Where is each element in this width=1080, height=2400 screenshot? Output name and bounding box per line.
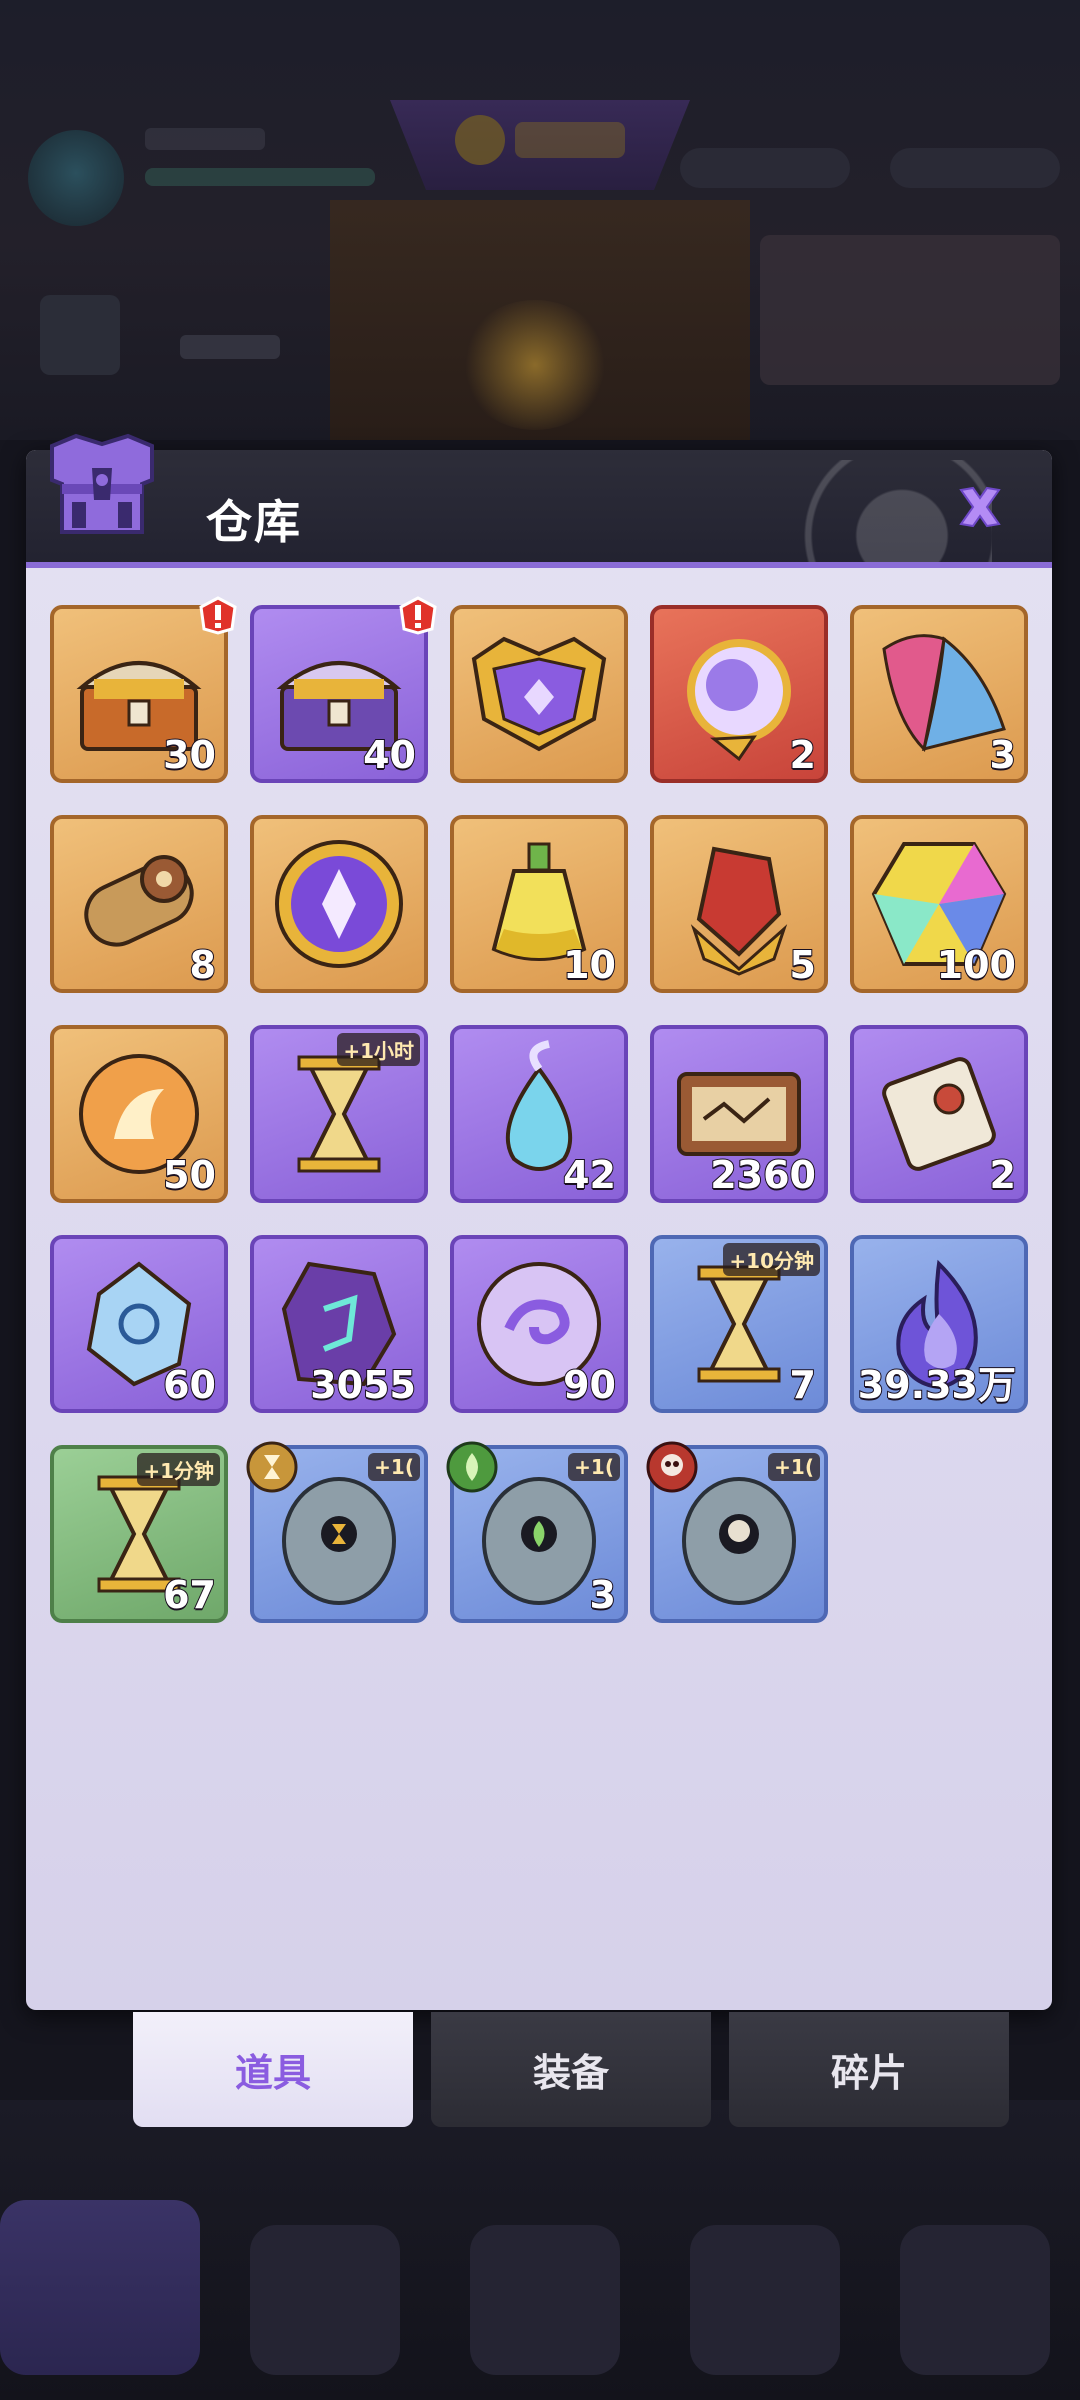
- item-count: 60: [162, 1363, 217, 1408]
- modal-title: 仓库: [206, 495, 302, 549]
- item-slot-blue-flame[interactable]: 39.33万: [850, 1235, 1028, 1413]
- item-slot-blue-spirit-drop[interactable]: 42: [450, 1025, 628, 1203]
- background-label-placeholder: [180, 335, 280, 359]
- duration-tag: +1分钟: [137, 1453, 220, 1486]
- player-name-placeholder: [145, 128, 265, 150]
- item-count: 8: [189, 943, 217, 988]
- currency-pill-1: [680, 148, 850, 188]
- item-count: 50: [162, 1153, 217, 1198]
- item-slot-red-crystal[interactable]: 5: [650, 815, 828, 993]
- banner-coin-icon: [455, 115, 505, 165]
- item-slot-feather-wing[interactable]: 3: [850, 605, 1028, 783]
- item-count: 3: [989, 733, 1017, 778]
- duration-tag: +10分钟: [723, 1243, 820, 1276]
- duration-tag: +1小时: [337, 1033, 420, 1066]
- player-exp-bar: [145, 168, 375, 186]
- item-count: 42: [562, 1153, 617, 1198]
- banner-text-placeholder: [515, 122, 625, 158]
- tab-fragments[interactable]: 碎片: [729, 2012, 1009, 2127]
- item-slot-hourglass-1m[interactable]: +1分钟 67: [50, 1445, 228, 1623]
- modal-header: 仓库: [26, 450, 1052, 568]
- item-slot-hourglass-1h[interactable]: +1小时: [250, 1025, 428, 1203]
- item-count: 67: [162, 1573, 217, 1618]
- item-slot-ice-crystal[interactable]: 60: [50, 1235, 228, 1413]
- bottom-nav-button: [690, 2225, 840, 2375]
- tab-items[interactable]: 道具: [133, 2012, 413, 2127]
- skull-element-icon: [646, 1441, 698, 1493]
- currency-pill-2: [890, 148, 1060, 188]
- background-menu-icon: [40, 295, 120, 375]
- bottom-nav-button: [900, 2225, 1050, 2375]
- item-count: 3: [589, 1573, 617, 1618]
- item-count: 5: [789, 943, 817, 988]
- item-count: 3055: [309, 1363, 417, 1408]
- item-slot-rainbow-gem[interactable]: 100: [850, 815, 1028, 993]
- warehouse-chest-icon: [50, 433, 154, 534]
- item-slot-golden-potion[interactable]: 10: [450, 815, 628, 993]
- alert-icon: [199, 596, 237, 635]
- item-count: 40: [362, 733, 417, 778]
- item-slot-hourglass-10m[interactable]: +10分钟 7: [650, 1235, 828, 1413]
- item-slot-fire-orb[interactable]: 50: [50, 1025, 228, 1203]
- item-slot-rune-stone[interactable]: 3055: [250, 1235, 428, 1413]
- item-slot-purple-orb-artifact[interactable]: 2: [650, 605, 828, 783]
- item-slot-parchment-scroll[interactable]: 2: [850, 1025, 1028, 1203]
- purple-emblem-coin-icon: [275, 840, 403, 968]
- nature-element-icon: [446, 1441, 498, 1493]
- duration-tag: +1(: [368, 1453, 420, 1481]
- item-count: 2360: [709, 1153, 817, 1198]
- item-count: 39.33万: [857, 1363, 1017, 1408]
- tab-equipment[interactable]: 装备: [431, 2012, 711, 2127]
- close-icon[interactable]: [953, 480, 1007, 534]
- background-card: [760, 235, 1060, 385]
- header-decoration: [692, 460, 992, 568]
- item-count: 100: [936, 943, 1017, 988]
- item-count: 10: [562, 943, 617, 988]
- duration-tag: +1(: [568, 1453, 620, 1481]
- item-slot-ornate-purple-chest[interactable]: [450, 605, 628, 783]
- bottom-nav-button: [0, 2200, 200, 2375]
- category-tabs: 道具 装备 碎片: [133, 2012, 1013, 2127]
- duration-tag: +1(: [768, 1453, 820, 1481]
- item-count: 2: [789, 733, 817, 778]
- alert-icon: [399, 596, 437, 635]
- warehouse-modal: 仓库 30 40 2 3 8 10 5 100 50 +1小时 42 2360 2 60 3055 90 +10…: [26, 450, 1052, 2010]
- background-glow: [460, 300, 610, 430]
- player-avatar: [28, 130, 124, 226]
- bottom-nav-button: [470, 2225, 620, 2375]
- item-count: 90: [562, 1363, 617, 1408]
- item-slot-treasure-map-scroll[interactable]: 2360: [650, 1025, 828, 1203]
- item-count: 7: [789, 1363, 817, 1408]
- item-count: 2: [989, 1153, 1017, 1198]
- item-slot-purple-emblem-coin[interactable]: [250, 815, 428, 993]
- ornate-purple-chest-icon: [471, 636, 607, 752]
- time-element-icon: [246, 1441, 298, 1493]
- item-slot-summon-scroll[interactable]: 8: [50, 815, 228, 993]
- item-slot-swirl-orb[interactable]: 90: [450, 1235, 628, 1413]
- item-count: 30: [162, 733, 217, 778]
- bottom-nav-button: [250, 2225, 400, 2375]
